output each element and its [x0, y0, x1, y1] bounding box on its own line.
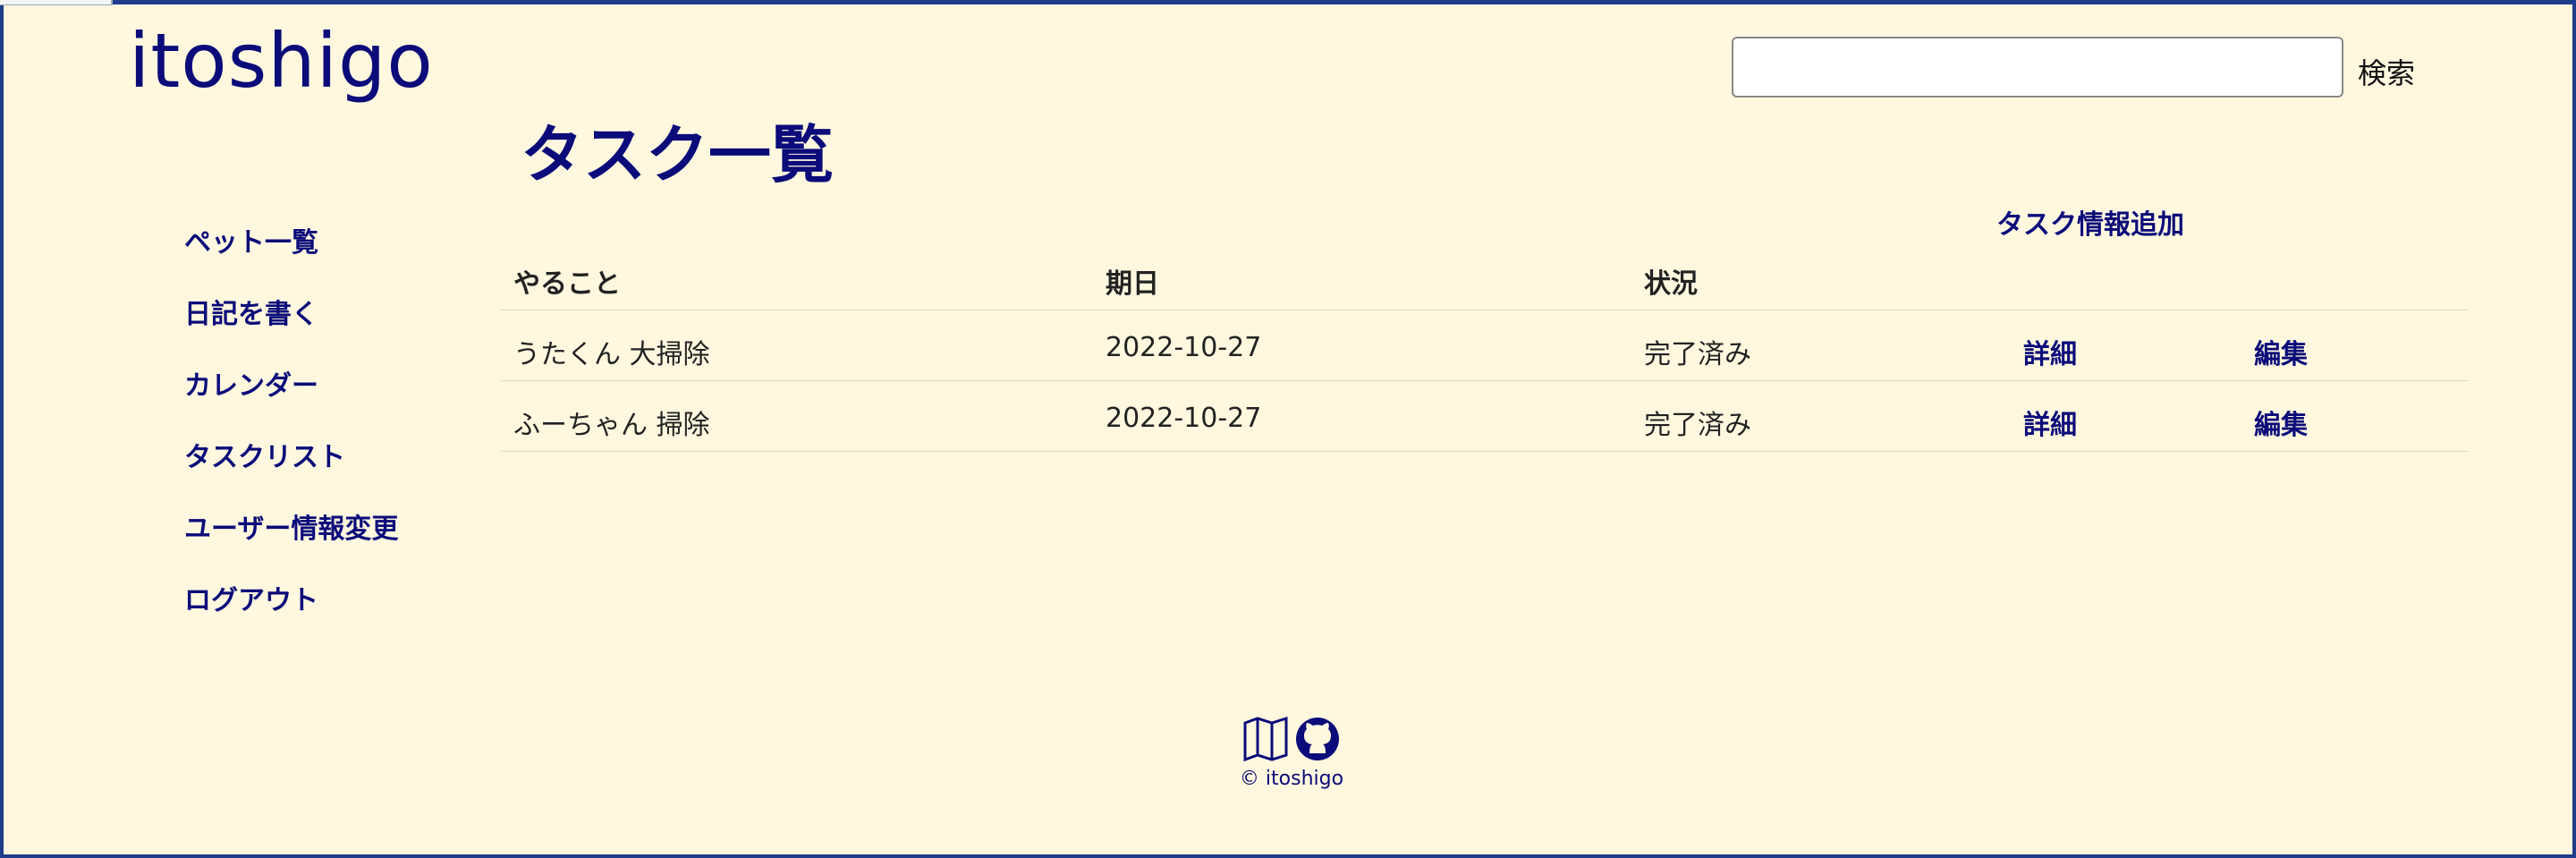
copyright-text: © itoshigo	[1239, 768, 1344, 790]
sidebar-nav: ペット一覧 日記を書く カレンダー タスクリスト ユーザー情報変更 ログアウト	[184, 222, 398, 651]
task-status: 完了済み	[1644, 410, 1751, 441]
edit-link[interactable]: 編集	[2254, 403, 2308, 442]
sidebar-item-diary: 日記を書く	[184, 293, 398, 365]
task-due-date: 2022-10-27	[1106, 403, 1262, 434]
footer-icons	[1238, 716, 1345, 766]
sidebar-link-tasks[interactable]: タスクリスト	[184, 442, 345, 473]
add-task-link[interactable]: タスク情報追加	[1996, 202, 2184, 242]
detail-link[interactable]: 詳細	[2023, 332, 2077, 371]
column-header-due: 期日	[1106, 268, 1159, 300]
task-due-date: 2022-10-27	[1106, 332, 1262, 363]
top-tab-stub	[0, 0, 113, 5]
column-header-status: 状況	[1644, 268, 1698, 300]
task-name: ふーちゃん 掃除	[513, 410, 710, 441]
site-logo[interactable]: itoshigo	[129, 16, 434, 106]
sidebar-item-user-settings: ユーザー情報変更	[184, 508, 398, 580]
search-button[interactable]: 検索	[2358, 50, 2415, 93]
sidebar-item-logout: ログアウト	[184, 580, 398, 651]
table-row: うたくん 大掃除 2022-10-27 完了済み 詳細 編集	[501, 310, 2469, 381]
footer: © itoshigo	[1238, 716, 1345, 790]
column-header-task: やること	[513, 268, 621, 300]
task-status: 完了済み	[1644, 339, 1751, 370]
table-row: ふーちゃん 掃除 2022-10-27 完了済み 詳細 編集	[501, 381, 2469, 452]
sidebar-link-logout[interactable]: ログアウト	[184, 585, 318, 616]
task-table: やること 期日 状況 うたくん 大掃除 2022-10-27 完了済み 詳細 編…	[501, 240, 2469, 452]
edit-link[interactable]: 編集	[2254, 332, 2308, 371]
task-name: うたくん 大掃除	[513, 339, 710, 370]
sidebar-item-pets: ペット一覧	[184, 222, 398, 293]
table-header-row: やること 期日 状況	[501, 240, 2469, 310]
page-title: タスク一覧	[521, 118, 834, 191]
sidebar-link-pets[interactable]: ペット一覧	[184, 227, 318, 259]
search-input[interactable]	[1732, 37, 2343, 98]
sidebar-link-diary[interactable]: 日記を書く	[184, 299, 318, 330]
detail-link[interactable]: 詳細	[2023, 403, 2077, 442]
sidebar-link-user-settings[interactable]: ユーザー情報変更	[184, 514, 398, 545]
map-icon[interactable]	[1242, 716, 1289, 766]
github-icon[interactable]	[1294, 716, 1341, 766]
sidebar-item-tasks: タスクリスト	[184, 437, 398, 508]
sidebar-link-calendar[interactable]: カレンダー	[184, 370, 318, 402]
sidebar-item-calendar: カレンダー	[184, 365, 398, 437]
